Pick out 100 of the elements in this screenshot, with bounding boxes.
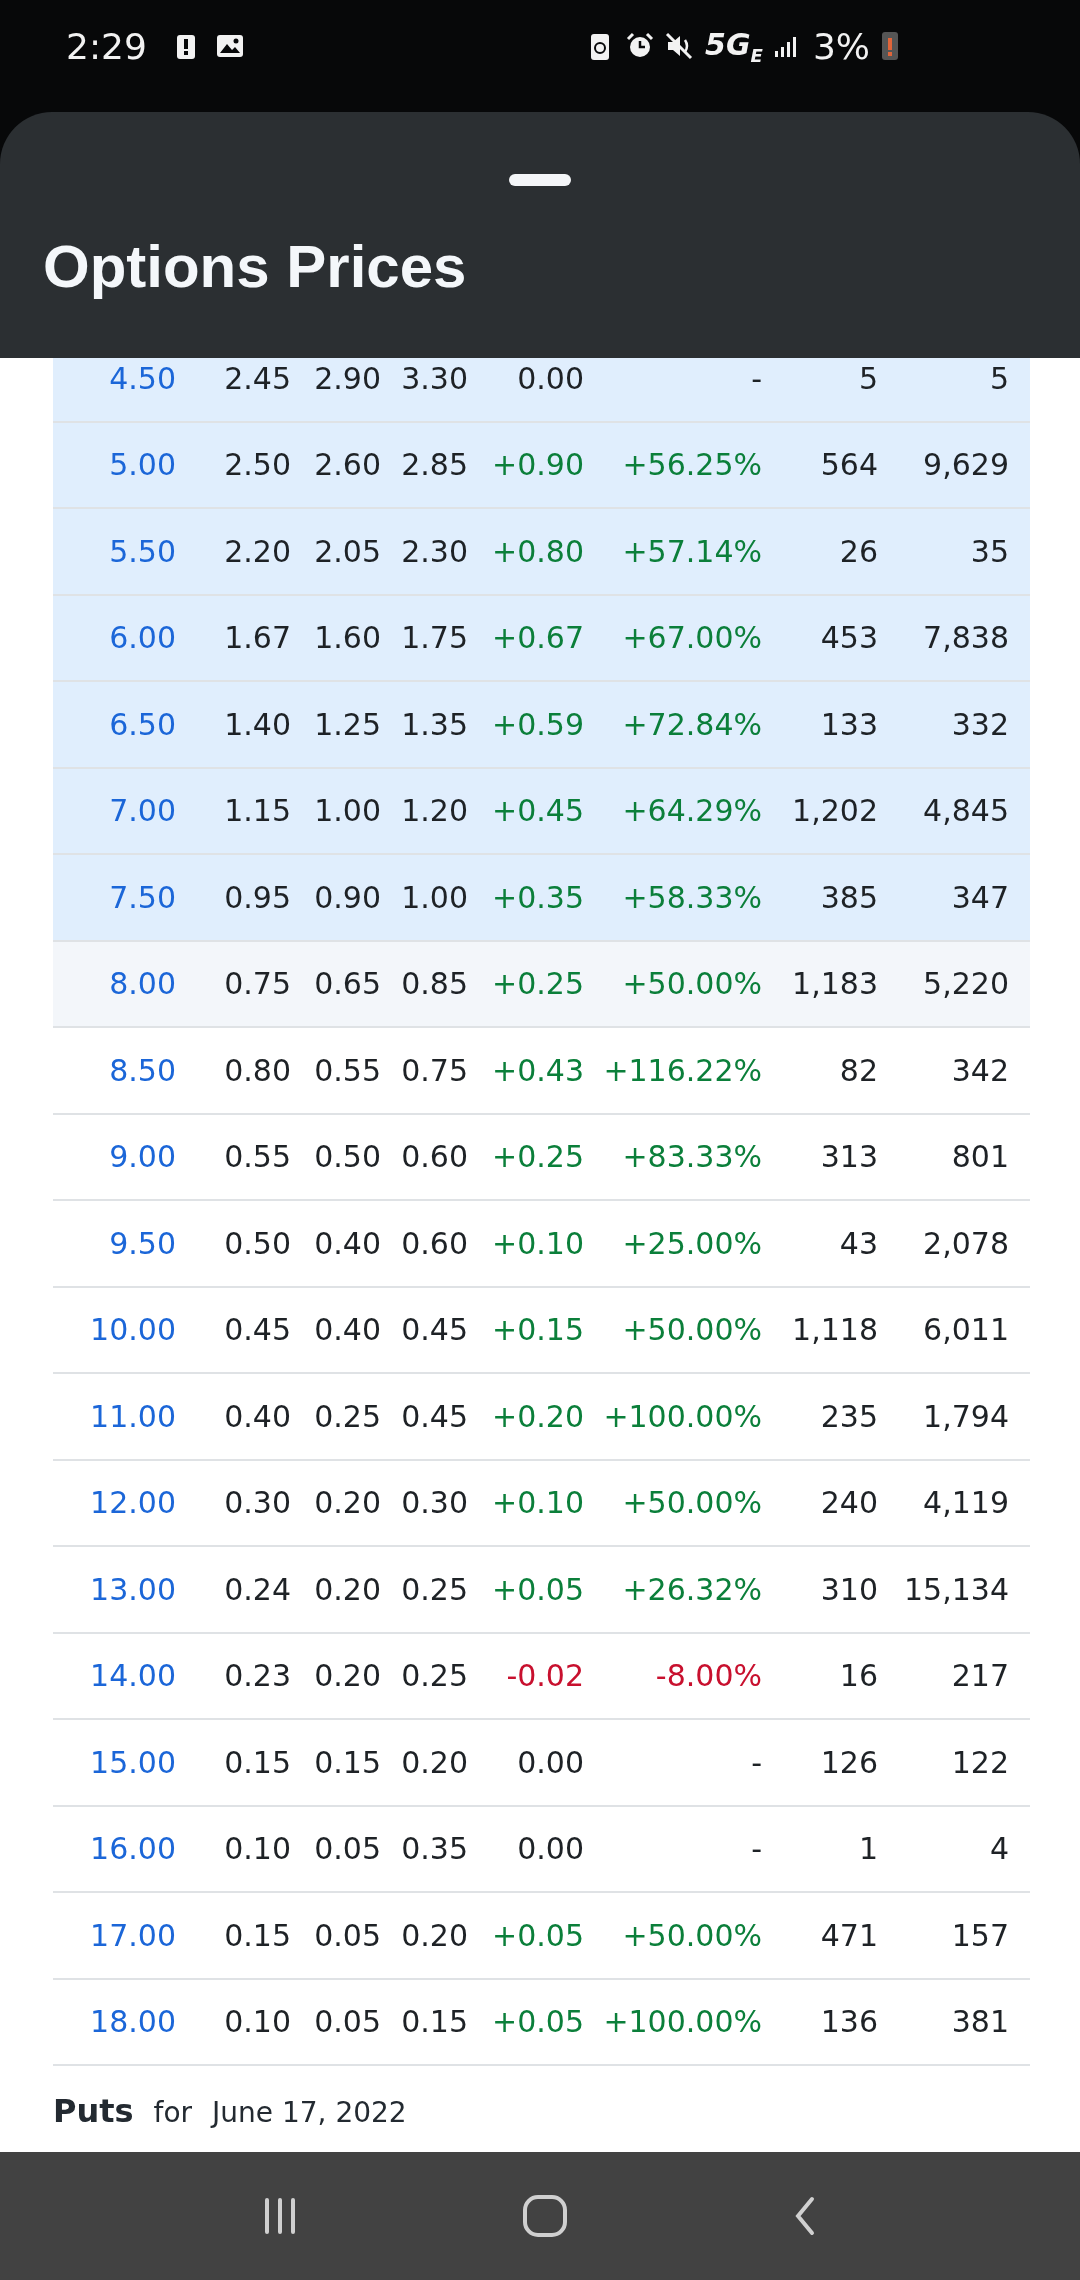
table-cell: +57.14% xyxy=(622,533,762,569)
strike-link[interactable]: 10.00 xyxy=(90,1312,176,1348)
sheet-title: Options Prices xyxy=(43,232,467,301)
table-cell: 0.00 xyxy=(517,360,584,396)
table-cell: 0.50 xyxy=(314,1139,381,1175)
strike-link[interactable]: 12.00 xyxy=(90,1485,176,1521)
table-cell: 0.05 xyxy=(314,1831,381,1867)
table-cell: 0.20 xyxy=(314,1571,381,1607)
table-cell: 2.90 xyxy=(314,360,381,396)
strike-link[interactable]: 4.50 xyxy=(109,360,176,396)
table-cell: 0.60 xyxy=(401,1225,468,1261)
drag-handle[interactable] xyxy=(509,174,571,186)
strike-link[interactable]: 6.50 xyxy=(109,706,176,742)
table-cell: 0.15 xyxy=(401,2004,468,2040)
strike-link[interactable]: 15.00 xyxy=(90,1744,176,1780)
table-cell: 16 xyxy=(839,1658,878,1694)
table-cell: 157 xyxy=(951,1917,1009,1953)
table-cell: 0.45 xyxy=(224,1312,291,1348)
table-cell: 0.20 xyxy=(401,1744,468,1780)
status-time: 2:29 xyxy=(66,25,147,67)
table-cell: +0.10 xyxy=(492,1485,584,1521)
strike-link[interactable]: 7.00 xyxy=(109,793,176,829)
table-cell: 0.40 xyxy=(314,1225,381,1261)
table-cell: 2.85 xyxy=(401,447,468,483)
table-cell: 0.55 xyxy=(314,1052,381,1088)
table-cell: 0.20 xyxy=(314,1485,381,1521)
strike-link[interactable]: 13.00 xyxy=(90,1571,176,1607)
strike-link[interactable]: 6.00 xyxy=(109,620,176,656)
strike-link[interactable]: 14.00 xyxy=(90,1658,176,1694)
table-cell: 1.60 xyxy=(314,620,381,656)
section-connector: for xyxy=(153,2096,193,2129)
table-cell: 5 xyxy=(989,360,1009,396)
strike-link[interactable]: 11.00 xyxy=(90,1398,176,1434)
table-cell: 0.15 xyxy=(224,1744,291,1780)
table-cell: 15,134 xyxy=(904,1571,1009,1607)
table-cell: +0.90 xyxy=(492,447,584,483)
table-cell: -0.02 xyxy=(506,1658,584,1694)
table-cell: 35 xyxy=(970,533,1009,569)
table-cell: 0.05 xyxy=(314,1917,381,1953)
table-cell: 217 xyxy=(951,1658,1009,1694)
table-cell: - xyxy=(751,360,762,396)
strike-link[interactable]: 16.00 xyxy=(90,1831,176,1867)
table-cell: 0.23 xyxy=(224,1658,291,1694)
table-cell: 5,220 xyxy=(923,966,1009,1002)
table-cell: 1.20 xyxy=(401,793,468,829)
table-cell: +0.20 xyxy=(492,1398,584,1434)
table-cell: 1.40 xyxy=(224,706,291,742)
table-cell: 471 xyxy=(820,1917,878,1953)
table-cell: 0.90 xyxy=(314,879,381,915)
strike-link[interactable]: 9.00 xyxy=(109,1139,176,1175)
table-cell: +100.00% xyxy=(603,1398,762,1434)
table-cell: 0.00 xyxy=(517,1831,584,1867)
table-cell: 9,629 xyxy=(923,447,1009,483)
table-cell: 313 xyxy=(820,1139,878,1175)
table-cell: +64.29% xyxy=(622,793,762,829)
table-cell: +0.43 xyxy=(492,1052,584,1088)
table-cell: 126 xyxy=(820,1744,878,1780)
expiry-date[interactable]: June 17, 2022 xyxy=(212,2096,407,2129)
strike-link[interactable]: 17.00 xyxy=(90,1917,176,1953)
table-cell: 1,202 xyxy=(792,793,878,829)
table-cell: -8.00% xyxy=(655,1658,762,1694)
table-cell: 0.45 xyxy=(401,1312,468,1348)
strike-link[interactable]: 8.50 xyxy=(109,1052,176,1088)
table-cell: 0.95 xyxy=(224,879,291,915)
table-cell: 0.30 xyxy=(224,1485,291,1521)
strike-link[interactable]: 8.00 xyxy=(109,966,176,1002)
table-cell: 1,794 xyxy=(923,1398,1009,1434)
table-cell: 26 xyxy=(839,533,878,569)
table-cell: +0.59 xyxy=(492,706,584,742)
table-cell: 4,119 xyxy=(923,1485,1009,1521)
table-cell: +0.05 xyxy=(492,2004,584,2040)
table-cell: +0.10 xyxy=(492,1225,584,1261)
strike-link[interactable]: 9.50 xyxy=(109,1225,176,1261)
table-cell: 1.75 xyxy=(401,620,468,656)
table-cell: 381 xyxy=(951,2004,1009,2040)
strike-link[interactable]: 5.50 xyxy=(109,533,176,569)
table-cell: +0.35 xyxy=(492,879,584,915)
table-cell: +58.33% xyxy=(622,879,762,915)
table-cell: +50.00% xyxy=(622,1312,762,1348)
table-cell: +116.22% xyxy=(603,1052,762,1088)
table-cell: 2.45 xyxy=(224,360,291,396)
table-cell: 7,838 xyxy=(923,620,1009,656)
table-cell: 0.05 xyxy=(314,2004,381,2040)
strike-link[interactable]: 18.00 xyxy=(90,2004,176,2040)
table-cell: 0.10 xyxy=(224,2004,291,2040)
strike-link[interactable]: 5.00 xyxy=(109,447,176,483)
table-cell: 0.55 xyxy=(224,1139,291,1175)
table-cell: 3.30 xyxy=(401,360,468,396)
table-cell: +100.00% xyxy=(603,2004,762,2040)
strike-link[interactable]: 7.50 xyxy=(109,879,176,915)
table-cell: 1,118 xyxy=(792,1312,878,1348)
table-cell: 347 xyxy=(951,879,1009,915)
table-cell: +72.84% xyxy=(622,706,762,742)
section-title: Puts xyxy=(53,2092,134,2130)
table-cell: 801 xyxy=(951,1139,1009,1175)
table-cell: 1.25 xyxy=(314,706,381,742)
table-cell: 0.20 xyxy=(314,1658,381,1694)
table-cell: +0.45 xyxy=(492,793,584,829)
table-cell: 0.65 xyxy=(314,966,381,1002)
table-cell: 2.20 xyxy=(224,533,291,569)
